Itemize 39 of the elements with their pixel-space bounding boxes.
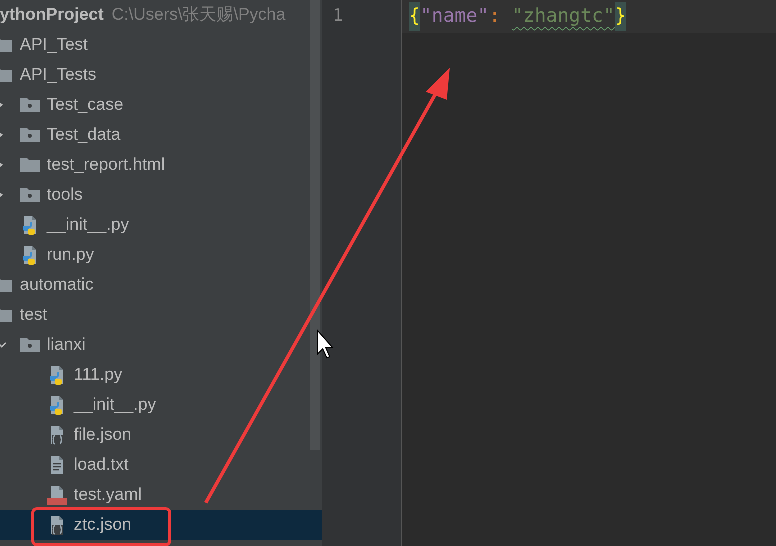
tree-item-label[interactable]: Test_data (47, 122, 121, 148)
colon: : (489, 4, 502, 30)
tree-item-label[interactable]: file.json (74, 422, 132, 448)
selected-row[interactable]: ztc.json (0, 510, 322, 540)
yaml-file-icon (47, 485, 67, 505)
tree-item-label[interactable]: load.txt (74, 452, 129, 478)
package-folder-icon (20, 125, 40, 145)
json-string: "zhangtc" (512, 4, 615, 30)
mouse-pointer-icon (318, 330, 334, 359)
chevron-right-icon[interactable] (0, 131, 6, 139)
tree-item-label[interactable]: test.yaml (74, 482, 142, 508)
line-number: 1 (333, 4, 344, 28)
chevron-right-icon[interactable] (0, 101, 6, 109)
package-folder-icon (20, 185, 40, 205)
json-key: "name" (420, 2, 490, 31)
chevron-right-icon[interactable] (0, 161, 6, 169)
package-folder-icon (20, 95, 40, 115)
tree-item-label[interactable]: API_Tests (20, 62, 97, 88)
tree-item-label[interactable]: 111.py (74, 362, 123, 388)
package-folder-icon (20, 335, 40, 355)
tree-item-label[interactable]: __init__.py (47, 212, 130, 238)
brace: { (409, 2, 420, 31)
folder-icon (20, 155, 40, 175)
project-path: C:\Users\张天赐\Pycha (112, 4, 286, 26)
scrollbar-thumb[interactable] (310, 0, 320, 450)
tree-item-label[interactable]: run.py (47, 242, 94, 268)
tree-item-label[interactable]: __init__.py (74, 392, 156, 418)
project-name[interactable]: ythonProject (0, 2, 104, 28)
tree-item-label[interactable]: test_report.html (47, 152, 166, 178)
tree-item-label[interactable]: automatic (20, 272, 94, 298)
brace: } (614, 2, 626, 31)
chevron-right-icon[interactable] (0, 191, 6, 199)
tree-item-label[interactable]: tools (47, 182, 83, 208)
tree-item-label[interactable]: test (20, 302, 48, 328)
tree-item-label[interactable]: Test_case (47, 92, 124, 118)
chevron-down-icon[interactable] (0, 341, 6, 349)
tree-item-label[interactable]: API_Test (20, 32, 88, 58)
tree-item-label[interactable]: lianxi (47, 332, 86, 358)
tree-item-label[interactable]: ztc.json (74, 512, 132, 538)
